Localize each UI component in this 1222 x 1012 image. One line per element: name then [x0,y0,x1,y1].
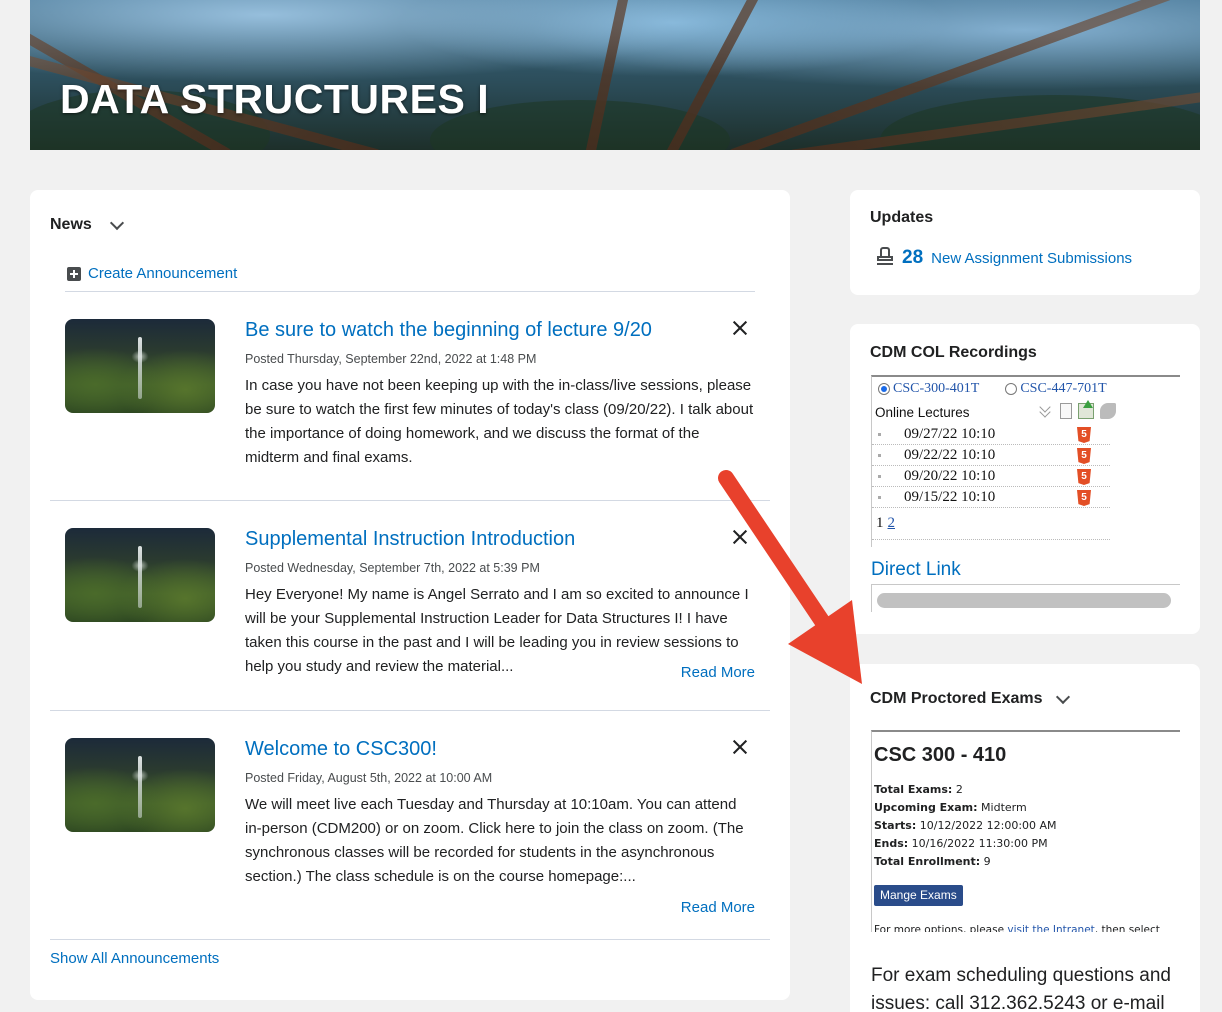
updates-title: Updates [870,209,934,226]
news-item: Welcome to CSC300! Posted Friday, August… [65,738,755,918]
news-item-title[interactable]: Supplemental Instruction Introduction [245,528,575,551]
news-item-title[interactable]: Welcome to CSC300! [245,738,437,761]
course-radio-csc447[interactable]: CSC-447-701T [1005,381,1107,397]
news-item-posted: Posted Friday, August 5th, 2022 at 10:00… [245,771,493,785]
exams-frame: CSC 300 - 410 Total Exams: 2 Upcoming Ex… [871,730,1180,932]
divider [50,500,770,501]
course-radio-label: CSC-447-701T [1020,381,1107,396]
news-widget: News Create Announcement Be sure to watc… [30,190,790,1000]
pager-current: 1 [876,515,884,531]
close-icon[interactable] [733,740,747,754]
recordings-frame: CSC-300-401T CSC-447-701T Online Lecture… [871,375,1180,547]
create-announcement-link[interactable]: Create Announcement [67,265,237,282]
news-item-posted: Posted Thursday, September 22nd, 2022 at… [245,352,537,366]
news-item-title[interactable]: Be sure to watch the beginning of lectur… [245,319,652,342]
news-thumbnail [65,528,215,622]
new-submissions-link[interactable]: 28 New Assignment Submissions [876,245,1132,269]
read-more-link[interactable]: Read More [681,664,755,681]
html5-icon[interactable]: 5 [1077,427,1091,443]
upcoming-exam-label: Upcoming Exam: [874,801,978,814]
starts-label: Starts: [874,819,917,832]
manage-exams-button[interactable]: Mange Exams [874,885,963,906]
close-icon[interactable] [733,530,747,544]
radio-icon [1005,383,1018,395]
recordings-title: CDM COL Recordings [870,344,1037,361]
recording-date: 09/27/22 10:10 [904,426,996,442]
recording-row[interactable]: 09/20/22 10:10 5 [872,466,1110,487]
plus-icon [67,266,81,281]
total-exams-value: 2 [955,783,963,796]
exams-title: CDM Proctored Exams [870,690,1043,707]
news-title: News [50,216,92,233]
intranet-link[interactable]: visit the Intranet [1007,924,1094,932]
online-lectures-label: Online Lectures [875,405,970,420]
document-icon[interactable] [1060,403,1072,419]
pager-next-link[interactable]: 2 [888,515,896,531]
chevron-down-icon[interactable] [109,215,125,231]
updates-widget: Updates 28 New Assignment Submissions [850,190,1200,295]
proctored-exams-widget: CDM Proctored Exams CSC 300 - 410 Total … [850,664,1200,1012]
subscribe-icon[interactable] [1078,400,1094,419]
recording-row[interactable]: 09/27/22 10:10 5 [872,424,1110,445]
stamp-icon [876,247,894,265]
expand-all-icon[interactable] [1038,403,1054,419]
show-all-announcements-link[interactable]: Show All Announcements [50,950,219,967]
more-options-prefix: For more options, please [874,924,1005,932]
news-item-body: We will meet live each Tuesday and Thurs… [245,796,744,885]
html5-icon[interactable]: 5 [1077,448,1091,464]
recording-row[interactable]: 09/15/22 10:10 5 [872,487,1110,508]
direct-link[interactable]: Direct Link [871,559,961,581]
read-more-link[interactable]: Read More [681,899,755,916]
enrollment-label: Total Enrollment: [874,855,981,868]
chevron-down-icon[interactable] [1055,689,1071,705]
exam-details: Total Exams: 2 Upcoming Exam: Midterm St… [874,781,1057,871]
ends-label: Ends: [874,837,909,850]
exam-course: CSC 300 - 410 [874,744,1007,766]
exam-contact-text: For exam scheduling questions and issues… [871,965,1171,1012]
course-banner: DATA STRUCTURES I [30,0,1200,150]
news-item-posted: Posted Wednesday, September 7th, 2022 at… [245,561,540,575]
upcoming-exam-value: Midterm [981,801,1027,814]
html5-icon[interactable]: 5 [1077,490,1091,506]
submissions-count: 28 [902,247,924,268]
direct-link-frame [871,584,1180,612]
recording-date: 09/15/22 10:10 [904,489,996,505]
close-icon[interactable] [733,321,747,335]
news-item: Be sure to watch the beginning of lectur… [65,319,755,479]
submissions-label: New Assignment Submissions [931,250,1133,267]
ends-value: 10/16/2022 11:30:00 PM [911,837,1048,850]
more-options-text: For more options, please visit the Intra… [874,924,1160,932]
create-announcement-label: Create Announcement [88,265,238,282]
starts-value: 10/12/2022 12:00:00 AM [919,819,1057,832]
course-radio-csc300[interactable]: CSC-300-401T [878,381,979,397]
news-item: Supplemental Instruction Introduction Po… [65,528,755,688]
divider [50,939,770,940]
announce-icon[interactable] [1100,403,1116,419]
recording-row[interactable]: 09/22/22 10:10 5 [872,445,1110,466]
recordings-pager: 12 [876,515,895,532]
enrollment-value: 9 [983,855,991,868]
course-title: DATA STRUCTURES I [60,76,490,122]
more-options-suffix: , then select [1094,924,1160,932]
news-thumbnail [65,319,215,413]
total-exams-label: Total Exams: [874,783,953,796]
recordings-widget: CDM COL Recordings CSC-300-401T CSC-447-… [850,324,1200,634]
news-item-body: In case you have not been keeping up wit… [245,377,754,466]
radio-selected-icon [878,383,890,395]
horizontal-scrollbar[interactable] [877,593,1171,608]
news-thumbnail [65,738,215,832]
divider [65,291,755,292]
html5-icon[interactable]: 5 [1077,469,1091,485]
course-radio-label: CSC-300-401T [893,381,980,396]
recording-date: 09/22/22 10:10 [904,447,996,463]
recording-date: 09/20/22 10:10 [904,468,996,484]
divider [50,710,770,711]
